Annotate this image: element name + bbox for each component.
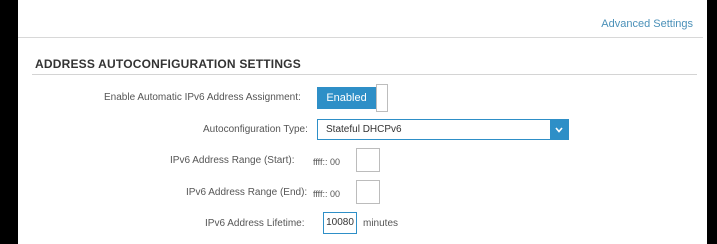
range-start-label: IPv6 Address Range (Start): (170, 155, 295, 166)
autoconfig-type-select[interactable]: Stateful DHCPv6 (317, 119, 569, 140)
toggle-switch-knob[interactable] (376, 84, 388, 112)
left-frame-bar (0, 0, 18, 244)
right-frame-bar (707, 0, 717, 244)
range-start-prefix: ffff:: 00 (313, 157, 341, 167)
section-divider (32, 74, 697, 75)
range-end-prefix: ffff:: 00 (313, 189, 341, 199)
autoconfig-type-label: Autoconfiguration Type: (203, 124, 308, 135)
range-start-input[interactable] (356, 148, 380, 172)
auto-assign-label: Enable Automatic IPv6 Address Assignment… (104, 92, 301, 103)
section-title: ADDRESS AUTOCONFIGURATION SETTINGS (35, 57, 301, 71)
lifetime-label: IPv6 Address Lifetime: (205, 218, 305, 229)
header-divider (18, 37, 703, 38)
auto-assign-toggle[interactable]: Enabled (317, 87, 376, 109)
advanced-settings-link[interactable]: Advanced Settings (601, 18, 693, 30)
range-end-input[interactable] (356, 180, 380, 204)
range-end-label: IPv6 Address Range (End): (186, 187, 308, 198)
chevron-down-icon[interactable] (550, 120, 568, 139)
lifetime-input[interactable]: 10080 (323, 212, 357, 234)
autoconfig-type-value: Stateful DHCPv6 (326, 124, 402, 135)
lifetime-unit: minutes (363, 218, 399, 229)
settings-panel: Advanced Settings ADDRESS AUTOCONFIGURAT… (18, 0, 707, 244)
